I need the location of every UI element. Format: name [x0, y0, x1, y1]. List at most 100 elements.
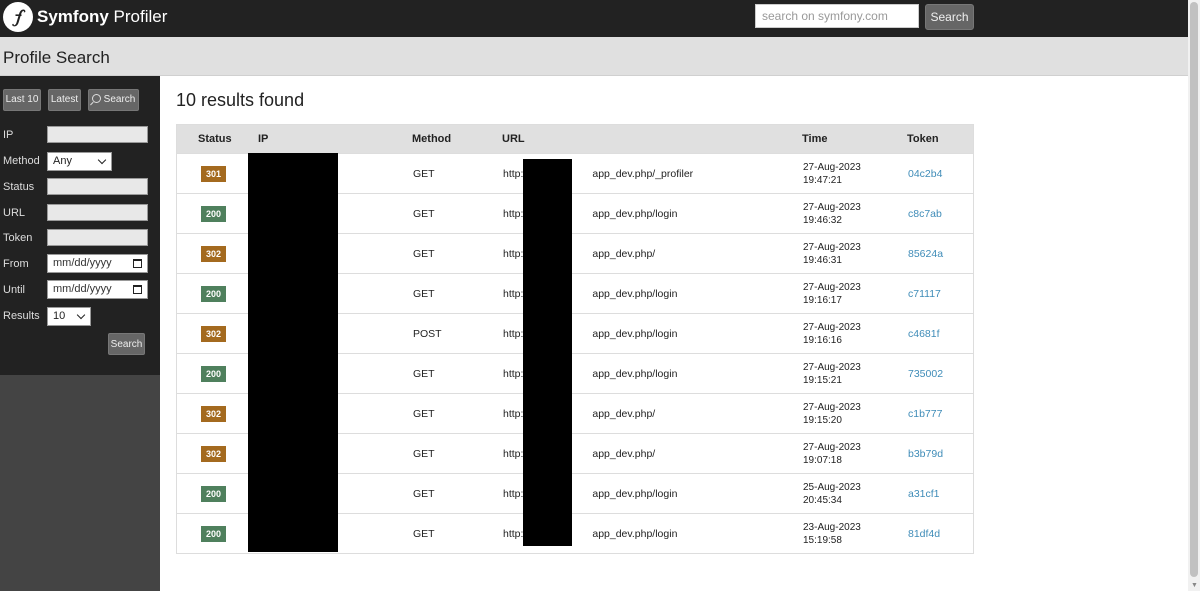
time-date: 27-Aug-2023 [803, 282, 861, 293]
method-cell: GET [413, 168, 435, 180]
until-date-input[interactable]: mm/dd/yyyy [47, 280, 148, 299]
url-label: URL [3, 207, 26, 219]
method-cell: GET [413, 288, 435, 300]
sidebar-search-button[interactable]: Search [108, 333, 145, 355]
token-label: Token [3, 232, 33, 244]
token-link[interactable]: b3b79d [908, 448, 943, 460]
time-clock: 19:16:17 [803, 295, 842, 306]
calendar-icon[interactable] [133, 259, 142, 268]
token-link[interactable]: c4681f [908, 328, 940, 340]
token-link[interactable]: 81df4d [908, 528, 940, 540]
header-status: Status [198, 133, 232, 145]
url-path: app_dev.php/login [592, 328, 678, 340]
symfony-logo-icon[interactable] [3, 2, 33, 32]
url-path: app_dev.php/_profiler [592, 168, 694, 180]
time-cell: 27-Aug-2023 19:16:17 [803, 281, 861, 307]
tab-latest[interactable]: Latest [48, 89, 81, 111]
status-badge: 200 [201, 206, 226, 222]
tab-last-10[interactable]: Last 10 [3, 89, 41, 111]
results-select[interactable]: 10 [47, 307, 91, 326]
token-input[interactable] [47, 229, 148, 246]
top-search-button[interactable]: Search [925, 4, 974, 30]
status-badge: 200 [201, 366, 226, 382]
token-link[interactable]: c1b777 [908, 408, 942, 420]
time-date: 27-Aug-2023 [803, 162, 861, 173]
time-cell: 27-Aug-2023 19:15:20 [803, 401, 861, 427]
symfony-search-input[interactable] [755, 4, 919, 28]
status-badge: 302 [201, 406, 226, 422]
header-bar: Symfony Profiler Search [0, 0, 1188, 37]
time-clock: 19:15:20 [803, 415, 842, 426]
vertical-scrollbar[interactable]: ▼ [1188, 0, 1200, 591]
header-token: Token [907, 133, 939, 145]
time-date: 27-Aug-2023 [803, 402, 861, 413]
url-path: app_dev.php/login [592, 528, 678, 540]
results-count: 10 results found [176, 90, 305, 110]
url-path: app_dev.php/login [592, 208, 678, 220]
time-cell: 27-Aug-2023 19:47:21 [803, 161, 861, 187]
url-path: app_dev.php/login [592, 288, 678, 300]
time-date: 27-Aug-2023 [803, 442, 861, 453]
header-ip: IP [258, 133, 269, 145]
from-label: From [3, 258, 29, 270]
brand-strong: Symfony [37, 7, 109, 26]
time-clock: 19:16:16 [803, 335, 842, 346]
time-clock: 15:19:58 [803, 535, 842, 546]
method-cell: GET [413, 208, 435, 220]
token-link[interactable]: 85624a [908, 248, 943, 260]
from-date-input[interactable]: mm/dd/yyyy [47, 254, 148, 273]
calendar-icon[interactable] [133, 285, 142, 294]
token-link[interactable]: 735002 [908, 368, 943, 380]
url-path: app_dev.php/ [592, 448, 656, 460]
time-clock: 19:47:21 [803, 175, 842, 186]
results-select-value: 10 [53, 310, 66, 322]
app-title[interactable]: Symfony Profiler [37, 7, 167, 27]
chevron-down-icon [97, 155, 107, 165]
brand-light: Profiler [113, 7, 168, 26]
time-date: 27-Aug-2023 [803, 322, 861, 333]
url-input[interactable] [47, 204, 148, 221]
method-cell: GET [413, 408, 435, 420]
time-clock: 19:07:18 [803, 455, 842, 466]
time-clock: 20:45:34 [803, 495, 842, 506]
tab-search[interactable]: Search [88, 89, 139, 111]
chevron-down-icon [76, 310, 86, 320]
time-cell: 27-Aug-2023 19:16:16 [803, 321, 861, 347]
method-label: Method [3, 155, 40, 167]
time-date: 27-Aug-2023 [803, 202, 861, 213]
url-path: app_dev.php/ [592, 248, 656, 260]
time-date: 25-Aug-2023 [803, 482, 861, 493]
ip-input[interactable] [47, 126, 148, 143]
method-cell: GET [413, 488, 435, 500]
status-label: Status [3, 181, 35, 193]
scrollbar-thumb[interactable] [1190, 2, 1198, 577]
header-url: URL [502, 133, 525, 145]
time-date: 27-Aug-2023 [803, 362, 861, 373]
time-cell: 27-Aug-2023 19:46:31 [803, 241, 861, 267]
time-cell: 23-Aug-2023 15:19:58 [803, 521, 861, 547]
time-clock: 19:15:21 [803, 375, 842, 386]
token-link[interactable]: 04c2b4 [908, 168, 942, 180]
status-badge: 302 [201, 446, 226, 462]
status-input[interactable] [47, 178, 148, 195]
url-path: app_dev.php/login [592, 488, 678, 500]
token-link[interactable]: a31cf1 [908, 488, 940, 500]
header-method: Method [412, 133, 452, 145]
time-cell: 27-Aug-2023 19:46:32 [803, 201, 861, 227]
url-path: app_dev.php/ [592, 408, 656, 420]
sidebar: Last 10 Latest Search IP Method Any Stat… [0, 76, 160, 375]
scroll-down-arrow-icon[interactable]: ▼ [1191, 582, 1198, 589]
page-title: Profile Search [3, 48, 110, 67]
token-link[interactable]: c71117 [908, 288, 941, 300]
method-select[interactable]: Any [47, 152, 112, 171]
from-date-placeholder: mm/dd/yyyy [53, 257, 112, 269]
redaction-block-ip [248, 153, 338, 552]
until-date-placeholder: mm/dd/yyyy [53, 283, 112, 295]
results-label: Results [3, 310, 40, 322]
time-cell: 27-Aug-2023 19:15:21 [803, 361, 861, 387]
redaction-block-url [523, 159, 572, 546]
token-link[interactable]: c8c7ab [908, 208, 942, 220]
time-cell: 27-Aug-2023 19:07:18 [803, 441, 861, 467]
method-cell: GET [413, 248, 435, 260]
header-time: Time [802, 133, 828, 145]
